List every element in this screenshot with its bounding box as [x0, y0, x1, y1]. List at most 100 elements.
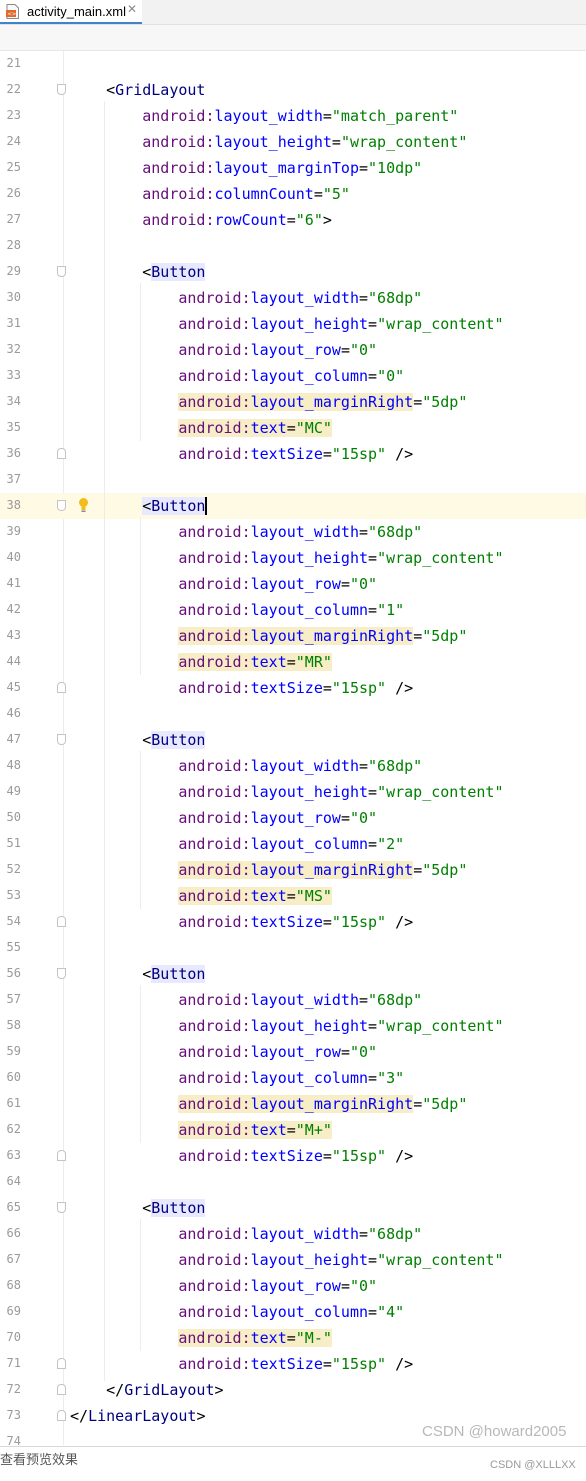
fold-icon[interactable]: [57, 84, 66, 95]
code-line[interactable]: 28: [0, 233, 586, 259]
code-token: "wrap_content": [377, 1251, 504, 1269]
code-line[interactable]: 71 android:textSize="15sp" />: [0, 1351, 586, 1377]
code-line[interactable]: 23 android:layout_width="match_parent": [0, 103, 586, 129]
fold-icon[interactable]: [57, 1384, 66, 1395]
code-line[interactable]: 39 android:layout_width="68dp": [0, 519, 586, 545]
code-line[interactable]: 34 android:layout_marginRight="5dp": [0, 389, 586, 415]
fold-icon[interactable]: [57, 1202, 66, 1213]
code-line[interactable]: 48 android:layout_width="68dp": [0, 753, 586, 779]
code-line[interactable]: 33 android:layout_column="0": [0, 363, 586, 389]
code-token: <: [70, 263, 152, 281]
code-text: android:textSize="15sp" />: [70, 678, 413, 698]
code-line[interactable]: 70 android:text="M-": [0, 1325, 586, 1351]
code-line[interactable]: 44 android:text="MR": [0, 649, 586, 675]
code-line[interactable]: 21: [0, 51, 586, 77]
code-line[interactable]: 69 android:layout_column="4": [0, 1299, 586, 1325]
code-token: =: [359, 159, 369, 177]
code-token: <: [70, 81, 116, 99]
code-line[interactable]: 43 android:layout_marginRight="5dp": [0, 623, 586, 649]
code-line[interactable]: 55: [0, 935, 586, 961]
code-line[interactable]: 32 android:layout_row="0": [0, 337, 586, 363]
code-line[interactable]: 25 android:layout_marginTop="10dp": [0, 155, 586, 181]
code-line[interactable]: 66 android:layout_width="68dp": [0, 1221, 586, 1247]
code-line[interactable]: 45 android:textSize="15sp" />: [0, 675, 586, 701]
code-line[interactable]: 61 android:layout_marginRight="5dp": [0, 1091, 586, 1117]
fold-icon[interactable]: [57, 968, 66, 979]
code-line[interactable]: 46: [0, 701, 586, 727]
code-line[interactable]: 64: [0, 1169, 586, 1195]
code-line[interactable]: 63 android:textSize="15sp" />: [0, 1143, 586, 1169]
close-icon[interactable]: ✕: [127, 2, 137, 16]
code-text: android:layout_row="0": [70, 808, 377, 828]
code-text: android:layout_height="wrap_content": [70, 1250, 504, 1270]
code-token: "MC": [295, 419, 332, 437]
code-line[interactable]: 53 android:text="MS": [0, 883, 586, 909]
fold-icon[interactable]: [57, 682, 66, 693]
fold-icon[interactable]: [57, 266, 66, 277]
code-token: layout_column: [250, 1303, 369, 1321]
code-token: "0": [349, 341, 378, 359]
code-line[interactable]: 58 android:layout_height="wrap_content": [0, 1013, 586, 1039]
code-text: android:layout_marginRight="5dp": [70, 1094, 467, 1114]
code-token: columnCount: [214, 185, 314, 203]
code-line[interactable]: 29 <Button: [0, 259, 586, 285]
code-line[interactable]: 51 android:layout_column="2": [0, 831, 586, 857]
line-number: 67: [6, 1252, 21, 1266]
indent-guide: [140, 985, 141, 1143]
fold-icon[interactable]: [57, 1410, 66, 1421]
code-token: =: [368, 783, 378, 801]
code-line[interactable]: 72 </GridLayout>: [0, 1377, 586, 1403]
code-line[interactable]: 57 android:layout_width="68dp": [0, 987, 586, 1013]
code-token: android:: [178, 1329, 251, 1347]
code-line[interactable]: 59 android:layout_row="0": [0, 1039, 586, 1065]
code-text: android:text="MC": [70, 418, 332, 438]
code-line[interactable]: 60 android:layout_column="3": [0, 1065, 586, 1091]
code-line[interactable]: 50 android:layout_row="0": [0, 805, 586, 831]
tab-activity-main-xml[interactable]: <> activity_main.xml ✕: [0, 0, 142, 24]
code-line[interactable]: 37: [0, 467, 586, 493]
code-line[interactable]: 38 <Button: [0, 493, 586, 519]
code-line[interactable]: 24 android:layout_height="wrap_content": [0, 129, 586, 155]
code-line[interactable]: 65 <Button: [0, 1195, 586, 1221]
code-line[interactable]: 36 android:textSize="15sp" />: [0, 441, 586, 467]
code-line[interactable]: 62 android:text="M+": [0, 1117, 586, 1143]
code-line[interactable]: 54 android:textSize="15sp" />: [0, 909, 586, 935]
code-token: layout_row: [250, 1277, 341, 1295]
code-line[interactable]: 68 android:layout_row="0": [0, 1273, 586, 1299]
fold-icon[interactable]: [57, 500, 66, 511]
fold-icon[interactable]: [57, 1150, 66, 1161]
code-line[interactable]: 56 <Button: [0, 961, 586, 987]
code-line[interactable]: 47 <Button: [0, 727, 586, 753]
code-line[interactable]: 49 android:layout_height="wrap_content": [0, 779, 586, 805]
code-line[interactable]: 52 android:layout_marginRight="5dp": [0, 857, 586, 883]
code-line[interactable]: 31 android:layout_height="wrap_content": [0, 311, 586, 337]
fold-icon[interactable]: [57, 1358, 66, 1369]
code-token: =: [413, 393, 423, 411]
fold-icon[interactable]: [57, 916, 66, 927]
code-line[interactable]: 27 android:rowCount="6">: [0, 207, 586, 233]
code-text: android:text="M+": [70, 1120, 332, 1140]
fold-icon[interactable]: [57, 734, 66, 745]
code-token: </: [70, 1407, 89, 1425]
code-line[interactable]: 35 android:text="MC": [0, 415, 586, 441]
code-line[interactable]: 22 <GridLayout: [0, 77, 586, 103]
code-text: android:layout_column="2": [70, 834, 404, 854]
code-line[interactable]: 26 android:columnCount="5": [0, 181, 586, 207]
code-line[interactable]: 41 android:layout_row="0": [0, 571, 586, 597]
line-number: 64: [6, 1174, 21, 1188]
code-token: layout_column: [250, 835, 369, 853]
code-line[interactable]: 30 android:layout_width="68dp": [0, 285, 586, 311]
code-line[interactable]: 67 android:layout_height="wrap_content": [0, 1247, 586, 1273]
code-token: "0": [349, 809, 378, 827]
fold-icon[interactable]: [57, 448, 66, 459]
code-line[interactable]: 42 android:layout_column="1": [0, 597, 586, 623]
code-editor[interactable]: 21 22 <GridLayout 23 android:layout_width=…: [0, 51, 586, 1455]
code-text: android:layout_width="match_parent": [70, 106, 458, 126]
code-line[interactable]: 40 android:layout_height="wrap_content": [0, 545, 586, 571]
